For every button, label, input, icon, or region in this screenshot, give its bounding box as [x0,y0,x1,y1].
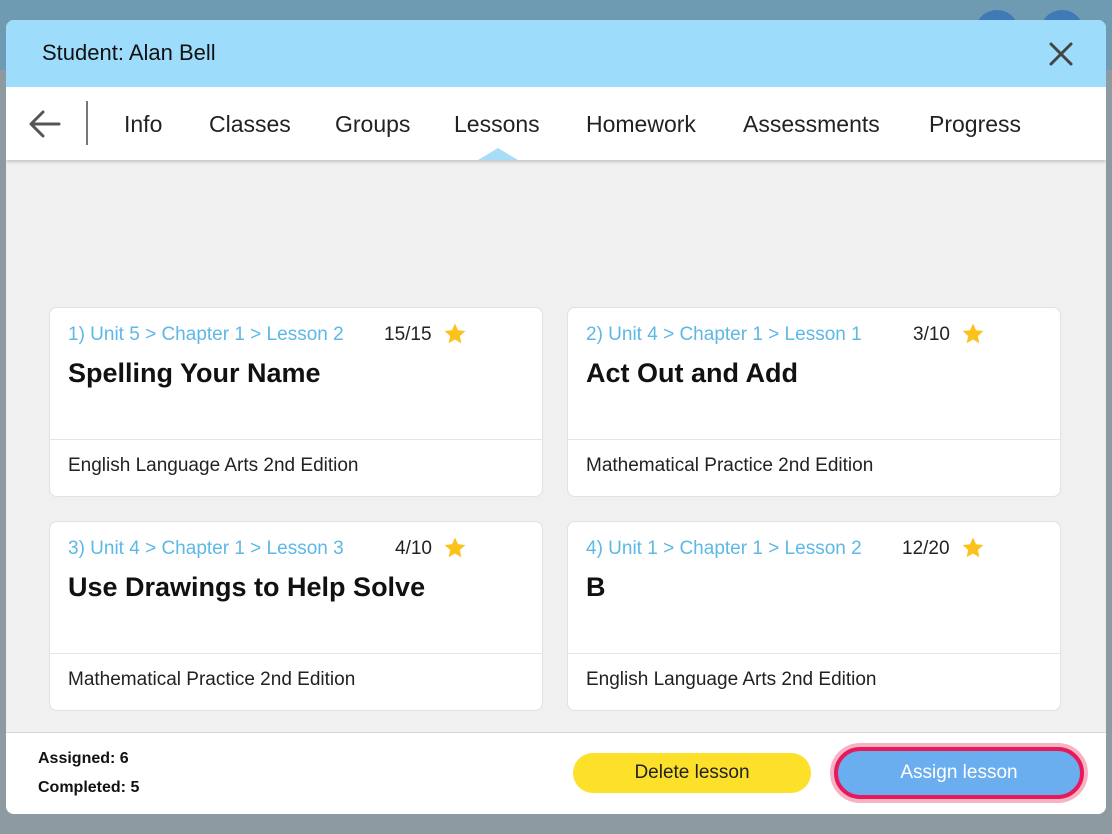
star-icon [961,322,985,346]
modal-title: Student: Alan Bell [42,40,216,65]
lesson-title: Use Drawings to Help Solve [68,572,426,602]
tab-progress[interactable]: Progress [929,111,1021,138]
card-divider [50,653,542,654]
star-icon [961,536,985,560]
lesson-card[interactable]: 4) Unit 1 > Chapter 1 > Lesson 2 12/20 B… [567,521,1061,711]
lesson-path: 2) Unit 4 > Chapter 1 > Lesson 1 [586,324,862,345]
completed-count: Completed: 5 [38,779,140,796]
lesson-score: 15/15 [384,324,432,345]
lesson-score: 3/10 [913,324,950,345]
close-icon [1049,42,1073,66]
lesson-card[interactable]: 3) Unit 4 > Chapter 1 > Lesson 3 4/10 Us… [49,521,543,711]
tab-lessons[interactable]: Lessons [454,111,540,138]
star-icon [443,536,467,560]
lesson-card[interactable]: 2) Unit 4 > Chapter 1 > Lesson 1 3/10 Ac… [567,307,1061,497]
lesson-course: English Language Arts 2nd Edition [68,455,359,476]
lesson-title: Act Out and Add [586,358,798,388]
student-modal: Student: Alan Bell Info Classes Groups L… [6,20,1106,814]
active-tab-indicator [478,148,518,160]
star-icon [443,322,467,346]
tab-classes[interactable]: Classes [209,111,291,138]
lesson-course: Mathematical Practice 2nd Edition [586,455,874,476]
lesson-score: 4/10 [395,538,432,559]
assign-button-highlight: Assign lesson [830,743,1088,803]
card-divider [568,653,1060,654]
tab-groups[interactable]: Groups [335,111,410,138]
modal-header: Student: Alan Bell [6,20,1106,87]
card-divider [50,439,542,440]
lesson-title: B [586,572,606,602]
lesson-title: Spelling Your Name [68,358,321,388]
assign-lesson-button[interactable]: Assign lesson [834,747,1084,799]
lesson-course: English Language Arts 2nd Edition [586,669,877,690]
assigned-count: Assigned: 6 [38,750,129,767]
tab-bar: Info Classes Groups Lessons Homework Ass… [6,87,1106,160]
lesson-card[interactable]: 1) Unit 5 > Chapter 1 > Lesson 2 15/15 S… [49,307,543,497]
delete-lesson-button[interactable]: Delete lesson [573,753,811,793]
card-divider [568,439,1060,440]
tab-assessments[interactable]: Assessments [743,111,880,138]
arrow-left-icon [29,110,61,138]
lesson-score: 12/20 [902,538,950,559]
lesson-course: Mathematical Practice 2nd Edition [68,669,356,690]
tab-info[interactable]: Info [124,111,162,138]
close-button[interactable] [1044,37,1078,71]
modal-footer: Assigned: 6 Completed: 5 Delete lesson A… [6,732,1106,814]
lesson-path: 1) Unit 5 > Chapter 1 > Lesson 2 [68,324,344,345]
lesson-path: 3) Unit 4 > Chapter 1 > Lesson 3 [68,538,344,559]
lesson-path: 4) Unit 1 > Chapter 1 > Lesson 2 [586,538,862,559]
tab-divider [86,101,88,145]
tab-homework[interactable]: Homework [586,111,696,138]
back-button[interactable] [26,105,64,143]
